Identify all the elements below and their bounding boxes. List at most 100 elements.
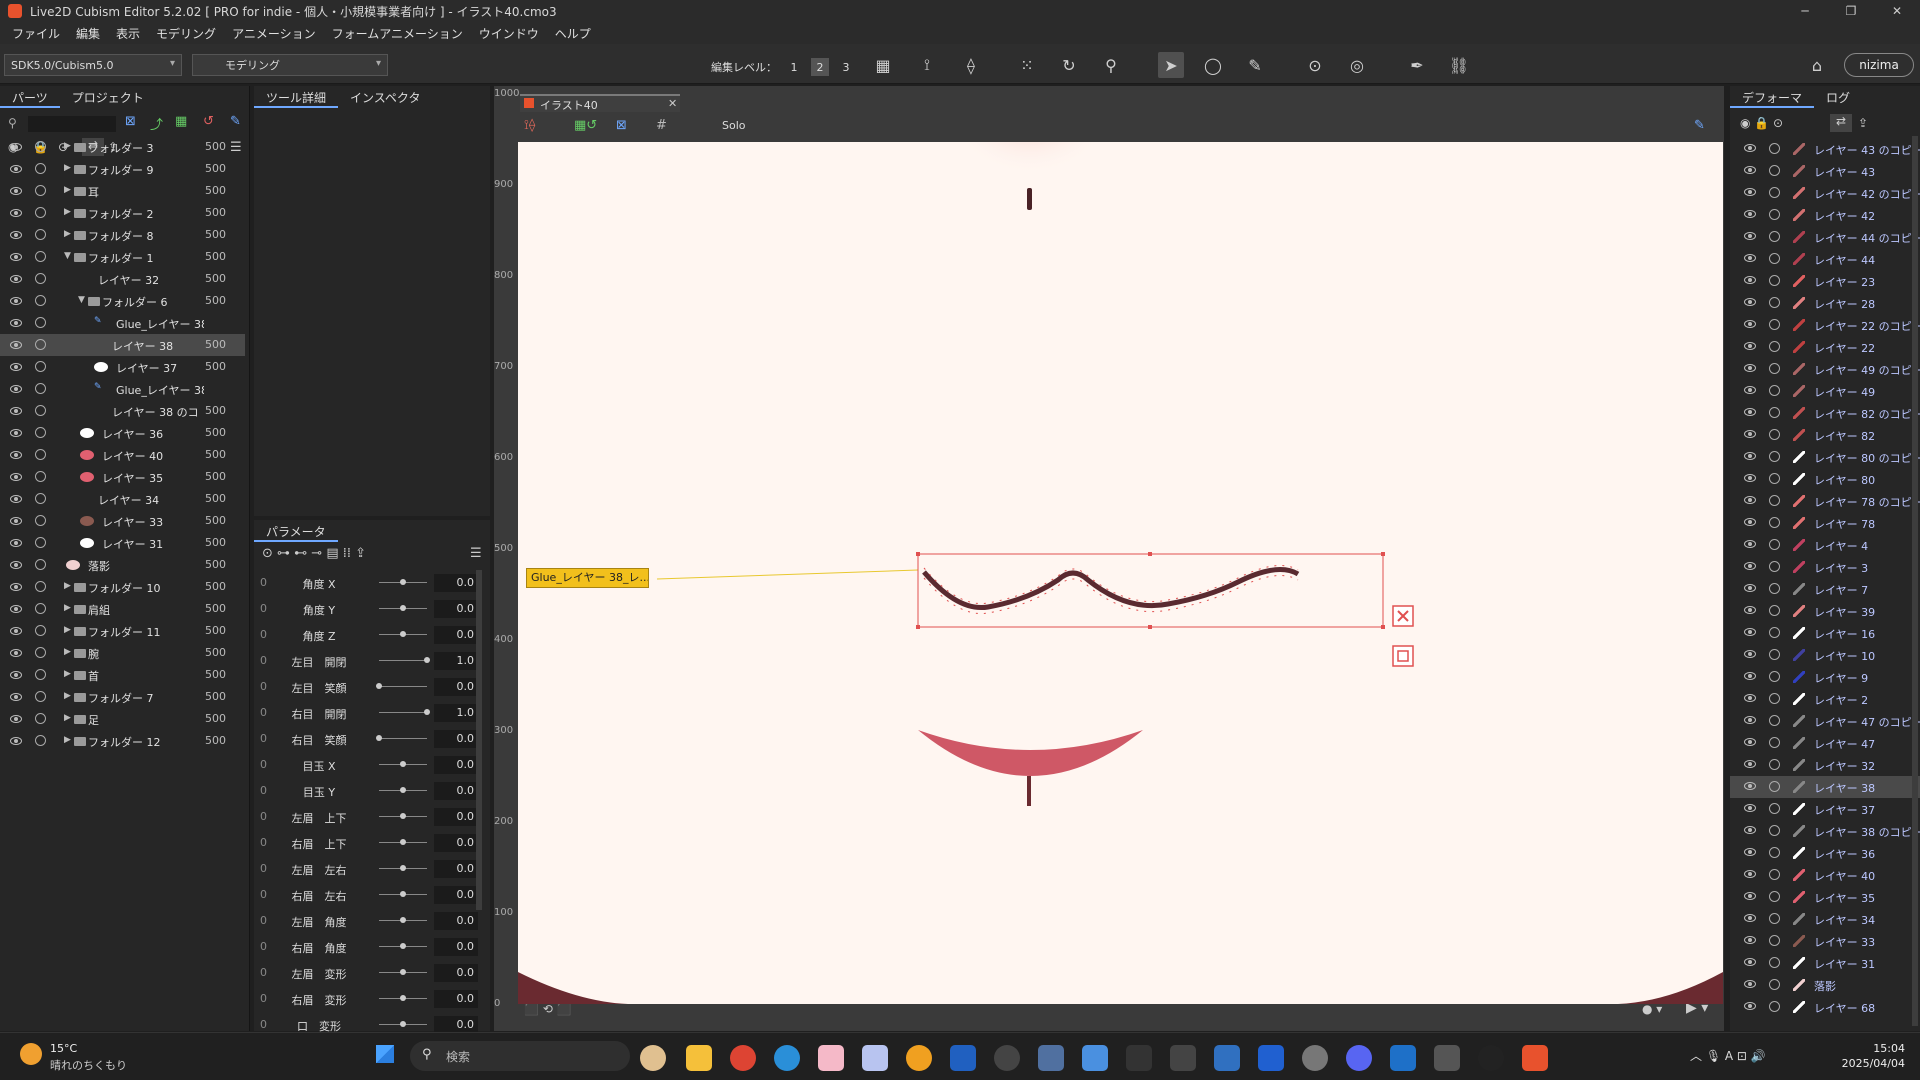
lock-toggle-icon[interactable]	[35, 185, 46, 196]
eye-icon[interactable]	[10, 473, 22, 481]
weather-desc[interactable]: 晴れのちくもり	[50, 1057, 127, 1073]
lock-toggle-icon[interactable]	[35, 229, 46, 240]
eye-icon[interactable]	[10, 671, 22, 679]
part-row[interactable]: レイヤー 37 500	[0, 356, 245, 378]
lock-toggle-icon[interactable]	[1769, 891, 1780, 902]
tab-deformer[interactable]: デフォーマ	[1730, 88, 1815, 108]
parameter-row[interactable]: 0 左目 開閉 1.0	[254, 648, 490, 674]
parameter-slider[interactable]	[379, 686, 427, 687]
menu-file[interactable]: ファイル	[4, 25, 68, 42]
parameter-value[interactable]: 0.0	[434, 600, 478, 618]
deformer-row[interactable]: レイヤー 43 のコピー	[1730, 138, 1920, 160]
eye-icon[interactable]	[10, 561, 22, 569]
lock-toggle-icon[interactable]	[35, 405, 46, 416]
eye-icon[interactable]	[1744, 958, 1756, 966]
lock-toggle-icon[interactable]	[35, 427, 46, 438]
lock-toggle-icon[interactable]	[1769, 957, 1780, 968]
unity-icon[interactable]	[1434, 1045, 1460, 1071]
eye-icon[interactable]	[10, 231, 22, 239]
eye-icon[interactable]	[1744, 1002, 1756, 1010]
mode-select[interactable]: モデリング ▾	[192, 54, 388, 76]
parameter-slider-knob[interactable]	[400, 579, 406, 585]
parameter-value[interactable]: 0.0	[434, 886, 478, 904]
lock-toggle-icon[interactable]	[1769, 275, 1780, 286]
deformer-row[interactable]: レイヤー 82	[1730, 424, 1920, 446]
part-row[interactable]: ▼ フォルダー 6 500	[0, 290, 245, 312]
part-row[interactable]: ▶ フォルダー 10 500	[0, 576, 245, 598]
file-explorer-icon[interactable]	[686, 1045, 712, 1071]
windows-start-icon[interactable]	[376, 1045, 394, 1063]
parameter-slider-knob[interactable]	[400, 943, 406, 949]
deformer-row[interactable]: レイヤー 82 のコピー	[1730, 402, 1920, 424]
deformer-row[interactable]: レイヤー 68	[1730, 996, 1920, 1018]
lock-toggle-icon[interactable]	[35, 471, 46, 482]
deformer-scrollbar[interactable]	[1912, 136, 1918, 1026]
eye-icon[interactable]	[10, 143, 22, 151]
swap-icon[interactable]: ⇄	[1830, 114, 1852, 132]
eye-icon[interactable]	[1744, 540, 1756, 548]
maximize-button[interactable]: ❐	[1828, 0, 1874, 22]
deformer-row[interactable]: レイヤー 31	[1730, 952, 1920, 974]
eye-icon[interactable]	[10, 275, 22, 283]
eye-icon[interactable]	[1744, 518, 1756, 526]
record-icon[interactable]: ● ▾	[1642, 1002, 1662, 1016]
app-icon-landscape[interactable]	[1214, 1045, 1240, 1071]
deformer-row[interactable]: レイヤー 22 のコピー	[1730, 314, 1920, 336]
lock-toggle-icon[interactable]	[35, 449, 46, 460]
glue-icon[interactable]: ⚲	[1098, 52, 1124, 78]
eye-icon[interactable]	[1744, 430, 1756, 438]
parameter-row[interactable]: 0 左眉 変形 0.0	[254, 960, 490, 986]
part-row[interactable]: ▶ フォルダー 3 500	[0, 136, 245, 158]
chevron-right-icon[interactable]: ▶	[64, 141, 71, 151]
eye-icon[interactable]	[1744, 694, 1756, 702]
edit-level-3[interactable]: 3	[837, 58, 855, 76]
eye-icon[interactable]	[10, 649, 22, 657]
lock-toggle-icon[interactable]	[35, 493, 46, 504]
lock-toggle-icon[interactable]	[35, 207, 46, 218]
menu-edit[interactable]: 編集	[68, 25, 108, 42]
parameter-row[interactable]: 0 左眉 角度 0.0	[254, 908, 490, 934]
chevron-right-icon[interactable]: ▶	[64, 735, 71, 745]
edge-icon[interactable]	[774, 1045, 800, 1071]
eye-icon[interactable]	[10, 451, 22, 459]
menu-form-animation[interactable]: フォームアニメーション	[324, 25, 471, 42]
deformer-row[interactable]: レイヤー 16	[1730, 622, 1920, 644]
tab-tool-detail[interactable]: ツール詳細	[254, 88, 339, 108]
part-row[interactable]: ▶ フォルダー 7 500	[0, 686, 245, 708]
lock-toggle-icon[interactable]	[1769, 715, 1780, 726]
chevron-right-icon[interactable]: ▶	[64, 163, 71, 173]
eye-icon[interactable]	[10, 209, 22, 217]
lock-toggle-icon[interactable]	[1769, 429, 1780, 440]
lock-toggle-icon[interactable]	[35, 163, 46, 174]
lock-toggle-icon[interactable]	[35, 669, 46, 680]
eye-icon[interactable]	[1744, 914, 1756, 922]
deformer-toolbar-icon[interactable]: ◉ 🔒 ⊙	[1740, 116, 1783, 130]
menu-modeling[interactable]: モデリング	[148, 25, 224, 42]
lock-toggle-icon[interactable]	[35, 559, 46, 570]
lasso-icon[interactable]: ◯	[1200, 52, 1226, 78]
clock-time[interactable]: 15:04	[1845, 1042, 1905, 1055]
lock-toggle-icon[interactable]	[1769, 451, 1780, 462]
eye-icon[interactable]	[1744, 254, 1756, 262]
deformer-row[interactable]: レイヤー 80	[1730, 468, 1920, 490]
parameter-value[interactable]: 1.0	[434, 704, 478, 722]
lock-toggle-icon[interactable]	[1769, 187, 1780, 198]
chevron-right-icon[interactable]: ▶	[64, 207, 71, 217]
pin-icon[interactable]: ✎	[1694, 118, 1705, 133]
deformer-row[interactable]: レイヤー 32	[1730, 754, 1920, 776]
home-icon[interactable]: ⌂	[1804, 52, 1830, 78]
eye-icon[interactable]	[1744, 980, 1756, 988]
lock-toggle-icon[interactable]	[1769, 517, 1780, 528]
eye-icon[interactable]	[1744, 804, 1756, 812]
menu-window[interactable]: ウインドウ	[471, 25, 547, 42]
deformer-row[interactable]: レイヤー 49	[1730, 380, 1920, 402]
part-row[interactable]: レイヤー 31 500	[0, 532, 245, 554]
lock-toggle-icon[interactable]	[35, 317, 46, 328]
lock-toggle-icon[interactable]	[35, 713, 46, 724]
lock-toggle-icon[interactable]	[35, 383, 46, 394]
deformer-row[interactable]: レイヤー 38	[1730, 776, 1920, 798]
eye-icon[interactable]	[1744, 892, 1756, 900]
lock-toggle-icon[interactable]	[1769, 583, 1780, 594]
parameter-row[interactable]: 0 角度 Z 0.0	[254, 622, 490, 648]
app-icon-pink[interactable]	[818, 1045, 844, 1071]
